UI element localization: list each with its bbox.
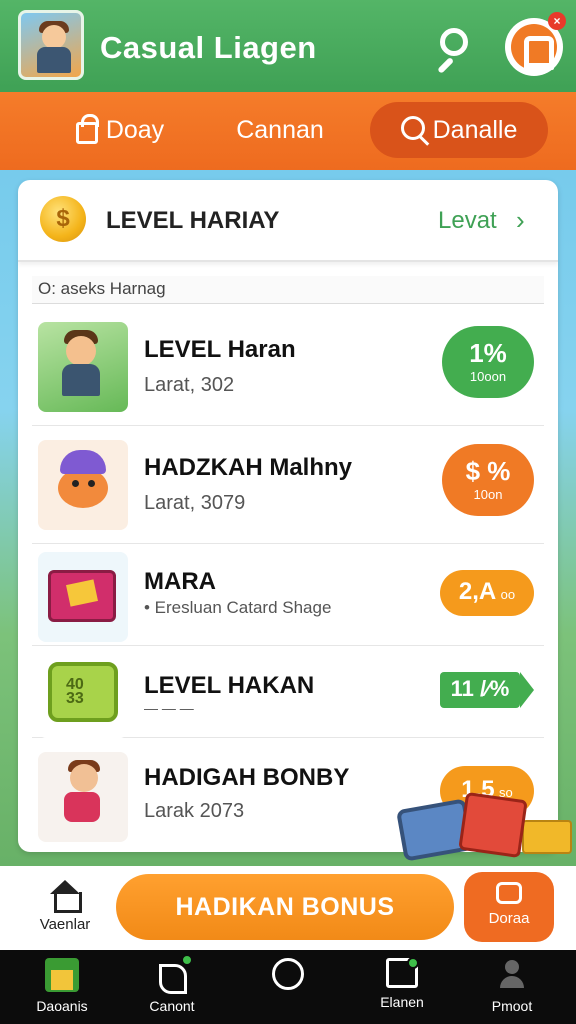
box-icon: [386, 957, 419, 988]
item-subtitle: Larat, 3079: [144, 492, 246, 514]
app-title: Casual Liagen: [100, 30, 317, 65]
list-item[interactable]: HADZKAH Malhny Larat, 3079 $ % 10on: [32, 426, 544, 544]
home-icon: [48, 880, 82, 913]
nav-item-center[interactable]: [240, 958, 336, 996]
nav-item-home[interactable]: Daoanis: [14, 958, 110, 1014]
tab-label: Doay: [105, 115, 165, 144]
circle-icon: [272, 958, 304, 990]
gift-icon: [496, 882, 522, 904]
tab-label: Cannan: [236, 115, 324, 144]
item-title: MARA: [144, 568, 216, 595]
crate-number: 40 33: [66, 676, 84, 707]
tab-bar: Doay Cannan Danalle: [0, 92, 576, 170]
side-action-label: Doraa: [488, 910, 530, 927]
lock-icon: [75, 114, 99, 144]
list-item[interactable]: LEVEL Haran Larat, 302 1% 10oon: [32, 308, 544, 426]
nav-label: Pmoot: [491, 998, 533, 1014]
character-thumbnail: [38, 440, 128, 530]
item-title: HADIGAH BONBY: [144, 764, 350, 791]
home-icon: [45, 958, 79, 992]
tab-cannan[interactable]: Cannan: [205, 102, 355, 158]
coin-icon: $: [40, 196, 86, 242]
profile-icon: [495, 958, 529, 992]
action-bar: Vaenlar HADIKAN BONUS Doraa: [0, 866, 576, 950]
search-icon[interactable]: [430, 26, 478, 74]
crate-thumbnail: 40 33: [38, 648, 128, 738]
list-item[interactable]: 40 33 LEVEL HAKAN — — — 11 /⁄%: [32, 646, 544, 738]
home-action[interactable]: Vaenlar: [30, 880, 100, 942]
character-thumbnail: [38, 752, 128, 842]
character-thumbnail: [38, 322, 128, 412]
nav-label: Elanen: [380, 994, 424, 1010]
item-subtitle: • Eresluan Catard Shage: [144, 598, 332, 617]
chevron-right-icon[interactable]: ›: [516, 205, 525, 236]
bag-icon: [511, 24, 557, 70]
card-title: LEVEL HARIAY: [106, 207, 280, 234]
item-title: HADZKAH Malhny: [144, 454, 352, 481]
treasure-illustration: [352, 790, 576, 870]
bottom-nav: Daoanis Canont Elanen Pmoot: [0, 950, 576, 1024]
side-action-button[interactable]: Doraa: [464, 872, 554, 942]
reward-value: 1%: [469, 338, 507, 368]
level-card: $ LEVEL HARIAY Levat › O: aseks Harnag L…: [18, 180, 558, 852]
nav-item-elanen[interactable]: Elanen: [354, 957, 450, 1010]
notification-badge[interactable]: ×: [548, 12, 566, 30]
level-link[interactable]: Levat: [438, 207, 497, 235]
card-header: $ LEVEL HARIAY Levat ›: [18, 180, 558, 262]
nav-item-profile[interactable]: Pmoot: [464, 958, 560, 1014]
home-action-label: Vaenlar: [39, 916, 91, 933]
reward-badge[interactable]: 11 /⁄%: [440, 672, 520, 708]
list-subheader: O: aseks Harnag: [32, 276, 544, 304]
reward-value: 2,A: [458, 578, 497, 605]
nav-label: Daoanis: [36, 998, 88, 1014]
reward-badge[interactable]: $ % 10on: [442, 444, 534, 516]
item-title: LEVEL Haran: [144, 336, 296, 363]
item-subtitle: Larat, 302: [144, 374, 235, 396]
reward-badge[interactable]: 1% 10oon: [442, 326, 534, 398]
reward-unit: 10on: [473, 487, 503, 502]
item-subtitle: Larak 2073: [144, 800, 245, 822]
list-item[interactable]: MARA • Eresluan Catard Shage 2,A oo: [32, 544, 544, 646]
reward-value: 11 /⁄%: [450, 676, 510, 701]
tab-doay[interactable]: Doay: [40, 102, 200, 158]
nav-label: Canont: [149, 998, 195, 1014]
item-subtitle: — — —: [144, 700, 194, 716]
note-icon: [155, 954, 193, 994]
reward-badge[interactable]: 2,A oo: [440, 570, 534, 616]
tab-label: Danalle: [432, 115, 518, 144]
nav-item-canont[interactable]: Canont: [124, 954, 220, 1014]
app-logo[interactable]: [18, 10, 84, 80]
app-header: Casual Liagen ×: [0, 0, 576, 92]
reward-unit: 10oon: [469, 369, 507, 384]
bonus-button[interactable]: HADIKAN BONUS: [116, 874, 454, 940]
reward-value: $ %: [465, 456, 511, 486]
tab-danalle[interactable]: Danalle: [370, 102, 548, 158]
search-icon: [400, 116, 425, 140]
item-title: LEVEL HAKAN: [144, 672, 315, 699]
tag-arrow: [520, 672, 534, 708]
gift-thumbnail: [38, 552, 128, 642]
reward-unit: oo: [500, 587, 516, 602]
